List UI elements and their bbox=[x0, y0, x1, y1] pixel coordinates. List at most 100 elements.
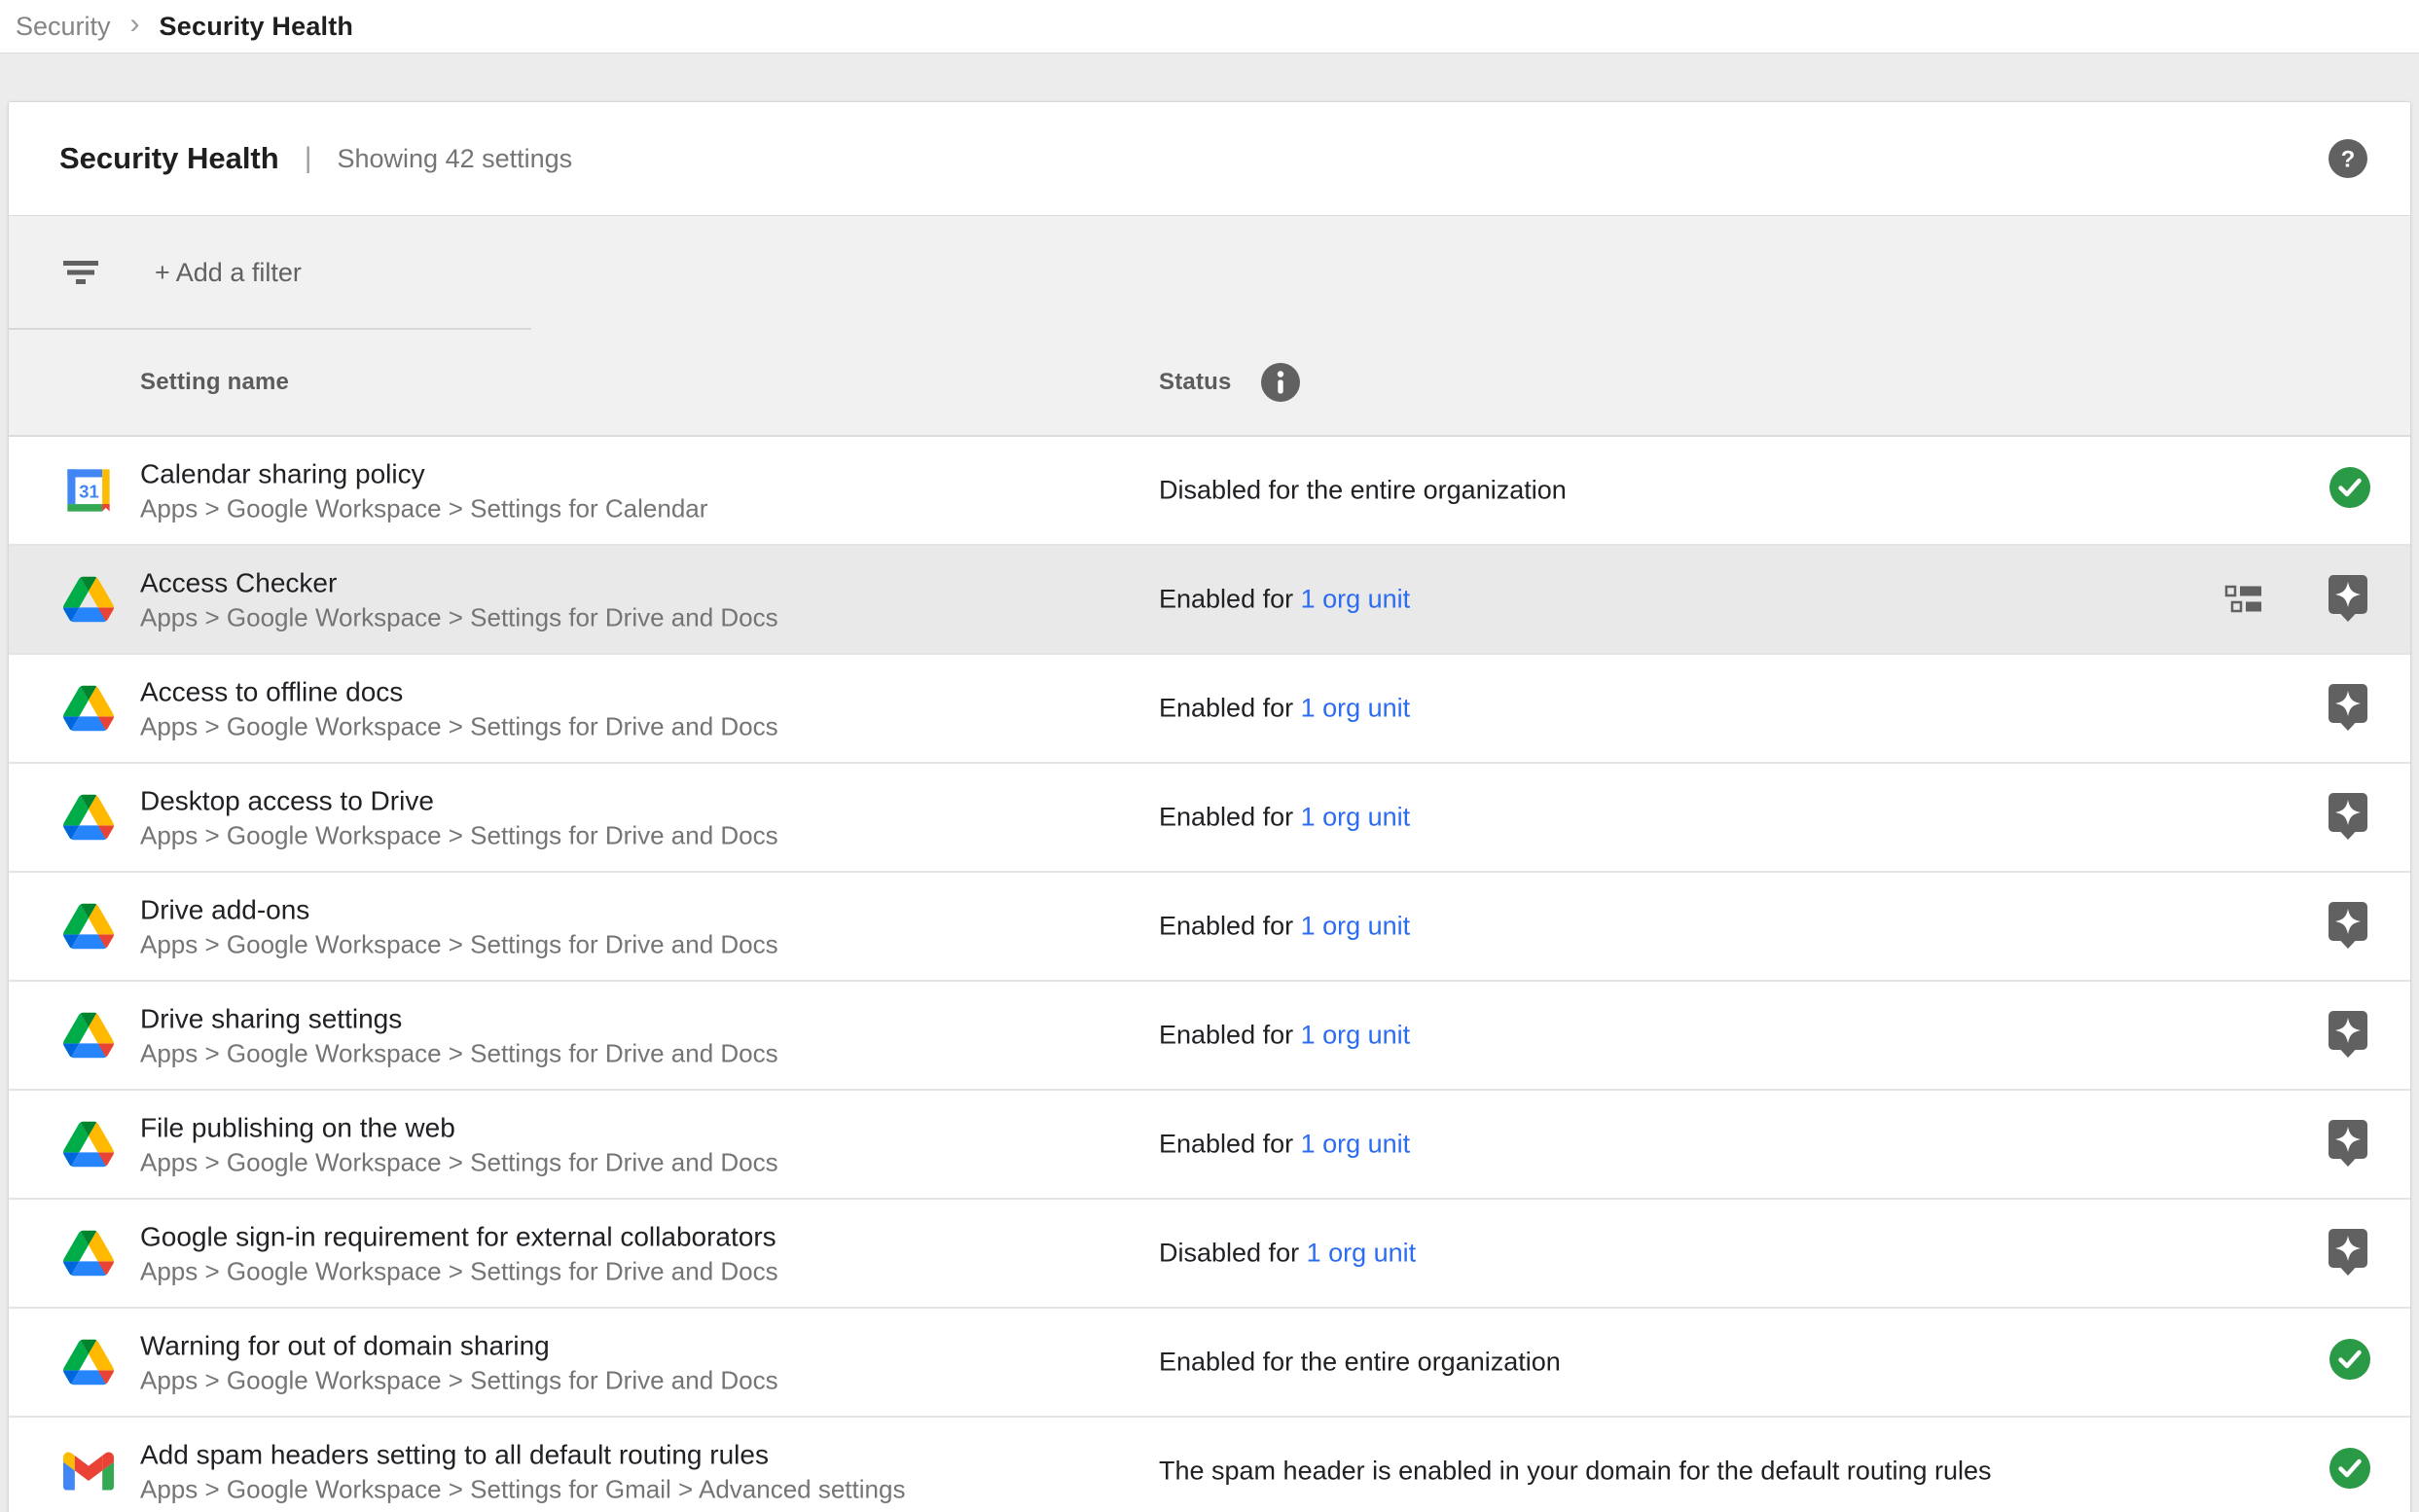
setting-status: Enabled for the entire organization bbox=[1159, 1348, 1561, 1378]
settings-card: Security Health | Showing 42 settings ? bbox=[8, 101, 2411, 1512]
status-text: Enabled for bbox=[1159, 803, 1301, 832]
setting-name: Desktop access to Drive bbox=[140, 783, 778, 819]
page-title: Security Health bbox=[59, 141, 279, 176]
breadcrumb-current: Security Health bbox=[160, 12, 354, 42]
add-filter-button[interactable]: + Add a filter bbox=[155, 258, 302, 288]
setting-name: Access Checker bbox=[140, 565, 778, 601]
recommendation-badge-icon[interactable] bbox=[2329, 684, 2371, 731]
setting-status: Disabled for the entire organization bbox=[1159, 476, 1567, 506]
setting-name: Calendar sharing policy bbox=[140, 456, 707, 492]
gmail-icon bbox=[63, 1446, 114, 1496]
setting-status: Enabled for 1 org unit bbox=[1159, 803, 1410, 833]
column-setting-name: Setting name bbox=[140, 369, 289, 396]
status-text: Enabled for bbox=[1159, 694, 1301, 723]
table-row[interactable]: File publishing on the web Apps > Google… bbox=[9, 1091, 2410, 1200]
setting-path: Apps > Google Workspace > Settings for D… bbox=[140, 1255, 778, 1288]
setting-name: Add spam headers setting to all default … bbox=[140, 1437, 905, 1473]
drive-icon bbox=[63, 1337, 114, 1387]
check-circle-icon bbox=[2329, 1447, 2371, 1494]
drive-icon bbox=[63, 1228, 114, 1278]
setting-status: Enabled for 1 org unit bbox=[1159, 1130, 1410, 1160]
drive-icon bbox=[63, 683, 114, 734]
setting-name: Drive add-ons bbox=[140, 892, 778, 928]
org-unit-link[interactable]: 1 org unit bbox=[1301, 912, 1411, 941]
drive-icon bbox=[63, 1010, 114, 1061]
setting-status: Enabled for 1 org unit bbox=[1159, 912, 1410, 942]
recommendation-badge-icon[interactable] bbox=[2329, 793, 2371, 840]
setting-name: File publishing on the web bbox=[140, 1110, 778, 1146]
table-row[interactable]: Drive sharing settings Apps > Google Wor… bbox=[9, 982, 2410, 1091]
filter-and-header-band: + Add a filter Setting name Status bbox=[9, 215, 2410, 437]
table-header: Setting name Status bbox=[9, 330, 2410, 437]
settings-count: Showing 42 settings bbox=[338, 144, 573, 174]
setting-name: Drive sharing settings bbox=[140, 1001, 778, 1037]
table-row[interactable]: Drive add-ons Apps > Google Workspace > … bbox=[9, 873, 2410, 982]
breadcrumb: Security › Security Health bbox=[0, 0, 2419, 54]
setting-path: Apps > Google Workspace > Settings for C… bbox=[140, 492, 707, 525]
drive-icon bbox=[63, 574, 114, 625]
setting-path: Apps > Google Workspace > Settings for D… bbox=[140, 710, 778, 743]
chevron-right-icon: › bbox=[130, 8, 140, 41]
org-unit-link[interactable]: 1 org unit bbox=[1307, 1239, 1417, 1268]
setting-name: Warning for out of domain sharing bbox=[140, 1328, 778, 1364]
card-header: Security Health | Showing 42 settings ? bbox=[9, 102, 2410, 215]
org-unit-icon bbox=[2224, 584, 2267, 615]
filter-list-icon[interactable] bbox=[63, 261, 98, 289]
status-text: Enabled for bbox=[1159, 1130, 1301, 1159]
status-text: Disabled for bbox=[1159, 1239, 1307, 1268]
filter-bar: + Add a filter bbox=[9, 216, 2410, 330]
table-row[interactable]: Access Checker Apps > Google Workspace >… bbox=[9, 546, 2410, 655]
status-text: Enabled for the entire organization bbox=[1159, 1348, 1561, 1377]
setting-path: Apps > Google Workspace > Settings for D… bbox=[140, 1146, 778, 1179]
setting-status: Disabled for 1 org unit bbox=[1159, 1239, 1416, 1269]
org-unit-link[interactable]: 1 org unit bbox=[1301, 585, 1411, 614]
check-circle-icon bbox=[2329, 1338, 2371, 1385]
drive-icon bbox=[63, 901, 114, 952]
table-row[interactable]: Warning for out of domain sharing Apps >… bbox=[9, 1309, 2410, 1418]
setting-path: Apps > Google Workspace > Settings for D… bbox=[140, 819, 778, 852]
status-text: Enabled for bbox=[1159, 1021, 1301, 1050]
status-text: Enabled for bbox=[1159, 912, 1301, 941]
org-unit-link[interactable]: 1 org unit bbox=[1301, 803, 1411, 832]
settings-list: 31 Calendar sharing policy Apps > Google… bbox=[9, 437, 2410, 1512]
table-row[interactable]: Google sign-in requirement for external … bbox=[9, 1200, 2410, 1309]
org-unit-link[interactable]: 1 org unit bbox=[1301, 694, 1411, 723]
setting-status: Enabled for 1 org unit bbox=[1159, 694, 1410, 724]
setting-name: Access to offline docs bbox=[140, 674, 778, 710]
setting-path: Apps > Google Workspace > Settings for D… bbox=[140, 928, 778, 961]
drive-icon bbox=[63, 1119, 114, 1170]
setting-path: Apps > Google Workspace > Settings for D… bbox=[140, 1037, 778, 1070]
column-status: Status bbox=[1159, 363, 1300, 402]
status-text: Enabled for bbox=[1159, 585, 1301, 614]
setting-path: Apps > Google Workspace > Settings for D… bbox=[140, 601, 778, 634]
recommendation-badge-icon[interactable] bbox=[2329, 1011, 2371, 1058]
recommendation-badge-icon[interactable] bbox=[2329, 1229, 2371, 1276]
recommendation-badge-icon[interactable] bbox=[2329, 1120, 2371, 1167]
table-row[interactable]: 31 Calendar sharing policy Apps > Google… bbox=[9, 437, 2410, 546]
org-unit-link[interactable]: 1 org unit bbox=[1301, 1130, 1411, 1159]
status-text: Disabled for the entire organization bbox=[1159, 476, 1567, 505]
setting-path: Apps > Google Workspace > Settings for D… bbox=[140, 1364, 778, 1397]
title-separator: | bbox=[305, 142, 312, 175]
table-row[interactable]: Access to offline docs Apps > Google Wor… bbox=[9, 655, 2410, 764]
recommendation-badge-icon[interactable] bbox=[2329, 902, 2371, 949]
recommendation-badge-icon[interactable] bbox=[2329, 575, 2371, 622]
table-row[interactable]: Add spam headers setting to all default … bbox=[9, 1418, 2410, 1512]
calendar-icon: 31 bbox=[63, 465, 114, 516]
table-row[interactable]: Desktop access to Drive Apps > Google Wo… bbox=[9, 764, 2410, 873]
breadcrumb-security-link[interactable]: Security bbox=[16, 12, 111, 42]
setting-status: Enabled for 1 org unit bbox=[1159, 585, 1410, 615]
setting-name: Google sign-in requirement for external … bbox=[140, 1219, 778, 1255]
check-circle-icon bbox=[2329, 466, 2371, 513]
setting-status: Enabled for 1 org unit bbox=[1159, 1021, 1410, 1051]
org-unit-link[interactable]: 1 org unit bbox=[1301, 1021, 1411, 1050]
security-health-page: Security › Security Health Security Heal… bbox=[0, 0, 2419, 1512]
svg-text:31: 31 bbox=[79, 482, 98, 502]
help-circle-icon[interactable]: ? bbox=[2329, 139, 2367, 178]
drive-icon bbox=[63, 792, 114, 843]
setting-status: The spam header is enabled in your domai… bbox=[1159, 1457, 1992, 1487]
info-icon[interactable] bbox=[1261, 363, 1300, 402]
setting-path: Apps > Google Workspace > Settings for G… bbox=[140, 1473, 905, 1506]
status-text: The spam header is enabled in your domai… bbox=[1159, 1457, 1992, 1486]
svg-text:?: ? bbox=[2341, 147, 2356, 173]
